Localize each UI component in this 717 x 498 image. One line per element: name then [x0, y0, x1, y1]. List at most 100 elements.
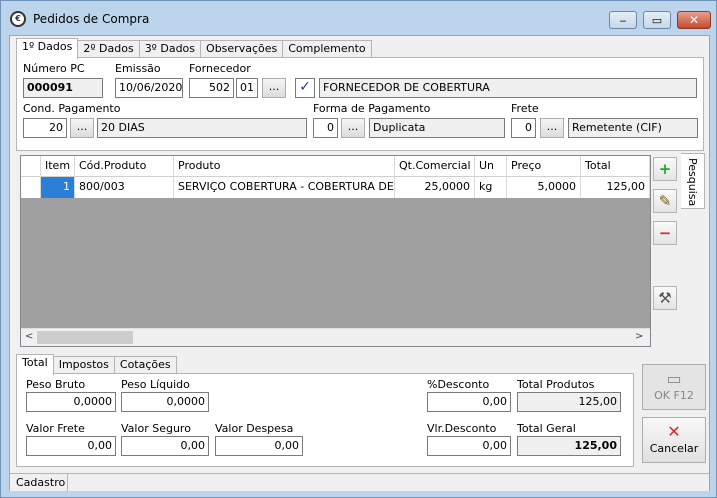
- totals-panel: Peso Bruto 0,0000 Peso Líquido 0,0000 %D…: [16, 373, 634, 467]
- tab-1-dados[interactable]: 1º Dados: [16, 38, 79, 59]
- tab-3-dados[interactable]: 3º Dados: [138, 40, 202, 58]
- grid-col-total[interactable]: Total: [581, 156, 650, 177]
- tab-total[interactable]: Total: [16, 354, 54, 375]
- dados-panel: Número PC 000091 Emissão 10/06/2020 Forn…: [16, 57, 704, 151]
- horizontal-scrollbar[interactable]: < >: [21, 328, 650, 346]
- fornecedor-code-field[interactable]: 502: [189, 78, 234, 98]
- grid-header: Item Cód.Produto Produto Qt.Comercial Un…: [21, 156, 650, 177]
- peso-bruto-field[interactable]: 0,0000: [26, 392, 116, 412]
- vlr-desconto-label: Vlr.Desconto: [427, 422, 497, 435]
- peso-liquido-field[interactable]: 0,0000: [121, 392, 209, 412]
- tools-icon: ⚒: [658, 289, 672, 307]
- total-produtos-label: Total Produtos: [517, 378, 595, 391]
- window-title: Pedidos de Compra: [33, 12, 150, 26]
- minimize-icon: ‒: [619, 13, 627, 27]
- minimize-button[interactable]: ‒: [609, 11, 637, 29]
- edit-icon: ✎: [658, 192, 672, 210]
- cell-qt-comercial[interactable]: 25,0000: [395, 177, 475, 198]
- cell-preco[interactable]: 5,0000: [507, 177, 581, 198]
- cond-pagamento-code-field[interactable]: 20: [23, 118, 67, 138]
- grid-col-un[interactable]: Un: [475, 156, 507, 177]
- ok-button[interactable]: ▭ OK F12: [642, 364, 706, 410]
- valor-frete-field[interactable]: 0,00: [26, 436, 116, 456]
- row-marker: [21, 177, 41, 198]
- frete-lookup-button[interactable]: ...: [540, 118, 564, 138]
- cond-pagamento-desc-field: 20 DIAS: [97, 118, 307, 138]
- bottom-tabs: Total Impostos Cotações: [16, 354, 177, 375]
- client-area: 1º Dados 2º Dados 3º Dados Observações C…: [9, 35, 710, 491]
- grid-col-preco[interactable]: Preço: [507, 156, 581, 177]
- close-button[interactable]: ✕: [677, 11, 711, 29]
- status-mode: Cadastro: [10, 474, 68, 491]
- scroll-left-icon[interactable]: <: [25, 331, 33, 342]
- cell-item[interactable]: 1: [41, 177, 75, 198]
- forma-pagamento-label: Forma de Pagamento: [313, 102, 431, 115]
- cancel-x-icon: ✕: [667, 422, 681, 441]
- table-row[interactable]: 1 800/003 SERVIÇO COBERTURA - COBERTURA …: [21, 177, 650, 198]
- total-geral-field: 125,00: [517, 436, 621, 456]
- forma-pagamento-code-field[interactable]: 0: [313, 118, 338, 138]
- tab-observacoes[interactable]: Observações: [200, 40, 284, 58]
- frete-label: Frete: [511, 102, 539, 115]
- numero-pc-field[interactable]: 000091: [23, 78, 103, 98]
- forma-pagamento-desc-field: Duplicata: [369, 118, 505, 138]
- cond-pagamento-label: Cond. Pagamento: [23, 102, 121, 115]
- valor-seguro-label: Valor Seguro: [121, 422, 191, 435]
- fornecedor-nome-field: FORNECEDOR DE COBERTURA: [319, 78, 697, 98]
- close-icon: ✕: [688, 13, 700, 27]
- grid-col-cod-produto[interactable]: Cód.Produto: [75, 156, 174, 177]
- peso-bruto-label: Peso Bruto: [26, 378, 86, 391]
- forma-pagamento-lookup-button[interactable]: ...: [341, 118, 365, 138]
- fornecedor-loja-field[interactable]: 01: [236, 78, 258, 98]
- vlr-desconto-field[interactable]: 0,00: [427, 436, 511, 456]
- valor-despesa-label: Valor Despesa: [215, 422, 294, 435]
- items-grid[interactable]: Item Cód.Produto Produto Qt.Comercial Un…: [20, 155, 651, 347]
- tools-button[interactable]: ⚒: [653, 286, 677, 310]
- main-window: € Pedidos de Compra ‒ ▭ ✕ 1º Dados 2º Da…: [0, 0, 717, 498]
- grid-col-produto[interactable]: Produto: [174, 156, 395, 177]
- cell-cod-produto[interactable]: 800/003: [75, 177, 174, 198]
- desconto-pct-field[interactable]: 0,00: [427, 392, 511, 412]
- top-tabs: 1º Dados 2º Dados 3º Dados Observações C…: [16, 38, 372, 59]
- tab-impostos[interactable]: Impostos: [52, 356, 115, 374]
- tab-2-dados[interactable]: 2º Dados: [77, 40, 140, 58]
- frete-code-field[interactable]: 0: [511, 118, 536, 138]
- fornecedor-lookup-button[interactable]: ...: [262, 78, 286, 98]
- cell-un[interactable]: kg: [475, 177, 507, 198]
- fornecedor-label: Fornecedor: [189, 62, 251, 75]
- valor-despesa-field[interactable]: 0,00: [215, 436, 303, 456]
- cell-produto[interactable]: SERVIÇO COBERTURA - COBERTURA DE ...: [174, 177, 395, 198]
- ok-button-label: OK F12: [654, 389, 694, 402]
- scroll-thumb[interactable]: [37, 331, 133, 344]
- emissao-label: Emissão: [115, 62, 161, 75]
- cancel-button-label: Cancelar: [649, 442, 699, 455]
- valor-seguro-field[interactable]: 0,00: [121, 436, 209, 456]
- title-bar[interactable]: € Pedidos de Compra ‒ ▭ ✕: [1, 1, 716, 35]
- tab-complemento[interactable]: Complemento: [282, 40, 372, 58]
- frete-desc-field: Remetente (CIF): [568, 118, 698, 138]
- tab-pesquisa[interactable]: Pesquisa: [681, 153, 705, 209]
- edit-item-button[interactable]: ✎: [653, 189, 677, 213]
- valor-frete-label: Valor Frete: [26, 422, 85, 435]
- fornecedor-check-icon[interactable]: ✓: [295, 78, 315, 98]
- desconto-pct-label: %Desconto: [427, 378, 490, 391]
- total-geral-label: Total Geral: [517, 422, 576, 435]
- grid-col-qt-comercial[interactable]: Qt.Comercial: [395, 156, 475, 177]
- tab-cotacoes[interactable]: Cotações: [113, 356, 177, 374]
- cond-pagamento-lookup-button[interactable]: ...: [70, 118, 94, 138]
- scroll-right-icon[interactable]: >: [635, 331, 643, 342]
- add-item-button[interactable]: +: [653, 157, 677, 181]
- plus-icon: +: [658, 160, 672, 178]
- app-icon: €: [10, 11, 26, 27]
- maximize-icon: ▭: [651, 13, 663, 27]
- emissao-field[interactable]: 10/06/2020: [115, 78, 183, 98]
- cancel-button[interactable]: ✕ Cancelar: [642, 417, 706, 463]
- maximize-button[interactable]: ▭: [643, 11, 671, 29]
- remove-item-button[interactable]: −: [653, 221, 677, 245]
- save-icon: ▭: [666, 369, 682, 388]
- cell-total[interactable]: 125,00: [581, 177, 650, 198]
- grid-col-marker: [21, 156, 41, 177]
- grid-col-item[interactable]: Item: [41, 156, 75, 177]
- numero-pc-label: Número PC: [23, 62, 85, 75]
- status-bar: Cadastro: [10, 473, 709, 491]
